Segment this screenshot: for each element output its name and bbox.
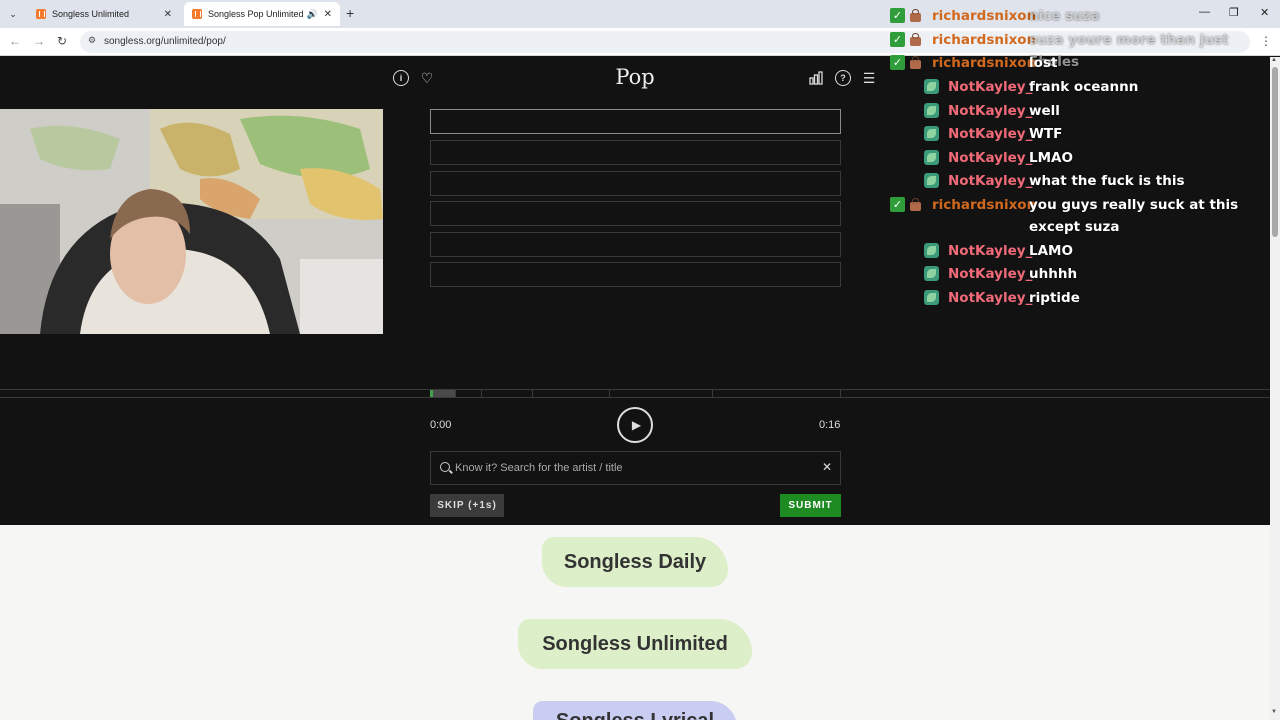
game-badge-icon — [924, 79, 939, 94]
scroll-up-icon[interactable]: ▲ — [1271, 57, 1277, 63]
guess-slot — [430, 109, 841, 134]
site-info-icon[interactable]: ⚙ — [88, 35, 96, 46]
url-text[interactable]: songless.org/unlimited/pop/ — [104, 36, 226, 47]
chat-badges: ✓ — [888, 8, 924, 24]
guess-slot — [430, 201, 841, 226]
submit-button[interactable]: SUBMIT — [780, 494, 841, 517]
scroll-down-icon[interactable]: ▼ — [1271, 709, 1277, 715]
subscriber-badge-icon — [908, 197, 923, 212]
browser-tab[interactable]: Songless Unlimited ✕ — [28, 2, 180, 26]
audio-playing-icon[interactable]: 🔊 — [307, 9, 318, 20]
help-icon[interactable]: ? — [835, 70, 851, 86]
game-badge-icon — [924, 126, 939, 141]
play-icon: ▶ — [631, 418, 642, 432]
chat-badges: ✓ — [888, 32, 924, 48]
audio-progress-track[interactable] — [0, 389, 1270, 398]
back-arrow-icon[interactable]: ← — [9, 34, 21, 48]
forward-arrow-icon[interactable]: → — [33, 34, 45, 48]
chat-username: NotKayley_ — [948, 126, 1033, 142]
close-tab-icon[interactable]: ✕ — [164, 9, 172, 20]
chat-username: richardsnixon — [932, 197, 1037, 213]
chat-text: nice suza — [1029, 8, 1100, 24]
chat-username: richardsnixon — [932, 8, 1037, 24]
songless-unlimited-link[interactable]: Songless Unlimited — [518, 619, 752, 669]
scrollbar-thumb[interactable] — [1272, 67, 1278, 237]
chat-username: NotKayley_ — [948, 290, 1033, 306]
verified-badge-icon: ✓ — [890, 55, 905, 70]
chat-username: richardsnixon — [932, 32, 1037, 48]
tab-title: Songless Pop Unlimited — [208, 9, 304, 19]
chat-text: LMAO — [1029, 150, 1073, 166]
game-badge-icon — [924, 150, 939, 165]
guess-slot — [430, 140, 841, 165]
chat-text: WTF — [1029, 126, 1063, 142]
menu-list-icon[interactable]: ☰ — [861, 70, 877, 86]
game-badge-icon — [924, 173, 939, 188]
snippet-segment — [456, 390, 482, 397]
game-badge-icon — [924, 266, 939, 281]
chat-text: lost — [1029, 55, 1058, 71]
songless-favicon-icon — [192, 9, 202, 19]
songless-daily-link[interactable]: Songless Daily — [542, 537, 728, 587]
chat-username: NotKayley_ — [948, 266, 1033, 282]
time-elapsed: 0:00 — [430, 419, 452, 431]
game-badge-icon — [924, 290, 939, 305]
reload-icon[interactable]: ↻ — [57, 34, 67, 48]
info-icon[interactable]: i — [393, 70, 409, 86]
guess-slot — [430, 232, 841, 257]
song-search-box[interactable]: ✕ — [430, 451, 841, 485]
snippet-segment — [610, 390, 713, 397]
chat-username: NotKayley_ — [948, 243, 1033, 259]
search-icon — [440, 462, 450, 472]
browser-tab-active[interactable]: Songless Pop Unlimited 🔊 ✕ — [184, 2, 340, 26]
songless-favicon-icon — [36, 9, 46, 19]
subscriber-badge-icon — [908, 8, 923, 23]
songless-lyrical-link[interactable]: Songless Lyrical — [533, 701, 737, 720]
song-search-input[interactable] — [455, 457, 815, 479]
tab-title: Songless Unlimited — [52, 9, 130, 19]
snippet-segment — [713, 390, 841, 397]
game-badge-icon — [924, 103, 939, 118]
stats-icon[interactable] — [808, 70, 824, 86]
page-title: Pop — [615, 65, 655, 89]
guess-slot — [430, 171, 841, 196]
chat-username: NotKayley_ — [948, 150, 1033, 166]
subscriber-badge-icon — [908, 55, 923, 70]
subscriber-badge-icon — [908, 32, 923, 47]
guess-slot — [430, 262, 841, 287]
chat-badges: ✓ — [888, 197, 924, 213]
chat-text: uhhhh — [1029, 266, 1078, 282]
chat-username: richardsnixon — [932, 55, 1037, 71]
verified-badge-icon: ✓ — [890, 197, 905, 212]
chat-text: frank oceannn — [1029, 79, 1139, 95]
chat-badges: ✓ — [888, 55, 924, 71]
chat-username: NotKayley_ — [948, 173, 1033, 189]
clear-search-icon[interactable]: ✕ — [822, 460, 832, 474]
page-scrollbar[interactable]: ▲ ▼ — [1270, 57, 1280, 720]
snippet-segment — [533, 390, 610, 397]
chat-text: you guys really suck at this except suza — [1029, 197, 1239, 235]
game-badge-icon — [924, 243, 939, 258]
streamer-webcam — [0, 109, 383, 334]
close-tab-icon[interactable]: ✕ — [324, 9, 332, 20]
chat-text: well — [1029, 103, 1060, 119]
heart-icon[interactable]: ♡ — [419, 70, 435, 86]
verified-badge-icon: ✓ — [890, 32, 905, 47]
verified-badge-icon: ✓ — [890, 8, 905, 23]
new-tab-plus-icon[interactable]: + — [346, 5, 354, 21]
chat-text: LAMO — [1029, 243, 1073, 259]
tab-search-icon[interactable]: ⌄ — [4, 5, 22, 23]
chat-text: what the fuck is this — [1029, 173, 1185, 189]
play-button[interactable]: ▶ — [617, 407, 653, 443]
time-total: 0:16 — [819, 419, 841, 431]
chat-text: riptide — [1029, 290, 1080, 306]
game-modes-section: Songless Daily Songless Unlimited Songle… — [0, 525, 1270, 720]
snippet-segment — [430, 390, 456, 397]
chat-username: NotKayley_ — [948, 103, 1033, 119]
chat-username: NotKayley_ — [948, 79, 1033, 95]
skip-button[interactable]: SKIP (+1s) — [430, 494, 504, 517]
snippet-segment — [482, 390, 533, 397]
